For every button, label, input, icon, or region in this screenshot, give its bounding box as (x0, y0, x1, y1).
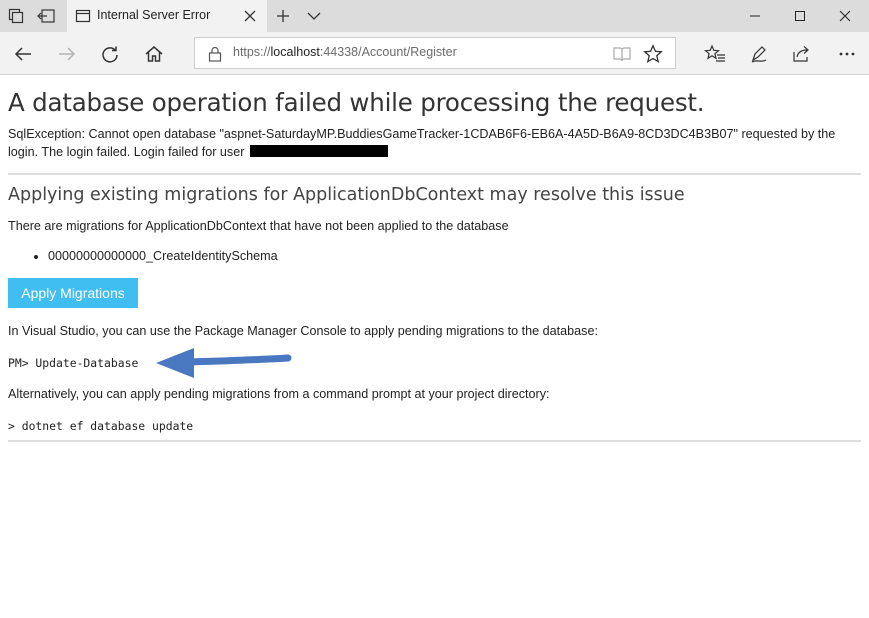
visual-studio-instructions: In Visual Studio, you can use the Packag… (8, 324, 598, 338)
divider (8, 173, 861, 175)
apply-migrations-button[interactable]: Apply Migrations (8, 278, 138, 308)
url-prefix: https:// (233, 45, 271, 59)
refresh-icon[interactable] (98, 42, 122, 66)
address-bar[interactable]: https://localhost:44338/Account/Register (194, 37, 676, 69)
list-item: 00000000000000_CreateIdentitySchema (48, 249, 278, 263)
tab-preview-chevron-icon[interactable] (304, 6, 324, 26)
page-favicon-icon (75, 9, 91, 23)
alternative-instructions: Alternatively, you can apply pending mig… (8, 387, 550, 401)
close-tab-icon[interactable] (242, 8, 258, 24)
exception-line-2: login. The login failed. Login failed fo… (8, 144, 245, 159)
reading-view-icon[interactable] (612, 44, 632, 64)
page-title: A database operation failed while proces… (8, 88, 705, 117)
tab-title: Internal Server Error (97, 8, 211, 22)
minimize-icon[interactable] (741, 4, 769, 28)
section-subtitle: Applying existing migrations for Applica… (8, 185, 685, 205)
set-tabs-aside-icon[interactable] (36, 6, 56, 26)
lock-icon[interactable] (208, 46, 222, 62)
exception-message: SqlException: Cannot open database "aspn… (8, 126, 861, 161)
url-path: :44338/Account/Register (319, 45, 457, 59)
redacted-username (249, 144, 388, 157)
forward-icon[interactable] (55, 42, 79, 66)
migrations-intro: There are migrations for ApplicationDbCo… (8, 219, 509, 233)
url-text[interactable]: https://localhost:44338/Account/Register (233, 45, 457, 59)
tab-strip: Internal Server Error (0, 0, 869, 32)
exception-line-1: SqlException: Cannot open database "aspn… (8, 127, 836, 141)
home-icon[interactable] (142, 42, 166, 66)
pen-notes-icon[interactable] (747, 42, 771, 66)
new-tab-icon[interactable] (273, 6, 293, 26)
back-icon[interactable] (11, 42, 35, 66)
maximize-icon[interactable] (786, 4, 814, 28)
pending-migrations-list: 00000000000000_CreateIdentitySchema (8, 249, 278, 263)
pm-command: PM> Update-Database (8, 356, 139, 370)
annotation-arrow-icon (156, 348, 292, 378)
close-window-icon[interactable] (831, 4, 859, 28)
url-host: localhost (270, 45, 320, 59)
favorites-hub-icon[interactable] (703, 42, 727, 66)
tab-actions-icon[interactable] (6, 6, 26, 26)
tab-internal-server-error[interactable]: Internal Server Error (67, 0, 267, 32)
divider (8, 440, 861, 442)
navigation-bar: https://localhost:44338/Account/Register (0, 32, 869, 75)
favorite-star-icon[interactable] (643, 44, 663, 64)
share-icon[interactable] (790, 42, 814, 66)
cli-command: > dotnet ef database update (8, 419, 194, 433)
more-options-icon[interactable] (835, 42, 859, 66)
